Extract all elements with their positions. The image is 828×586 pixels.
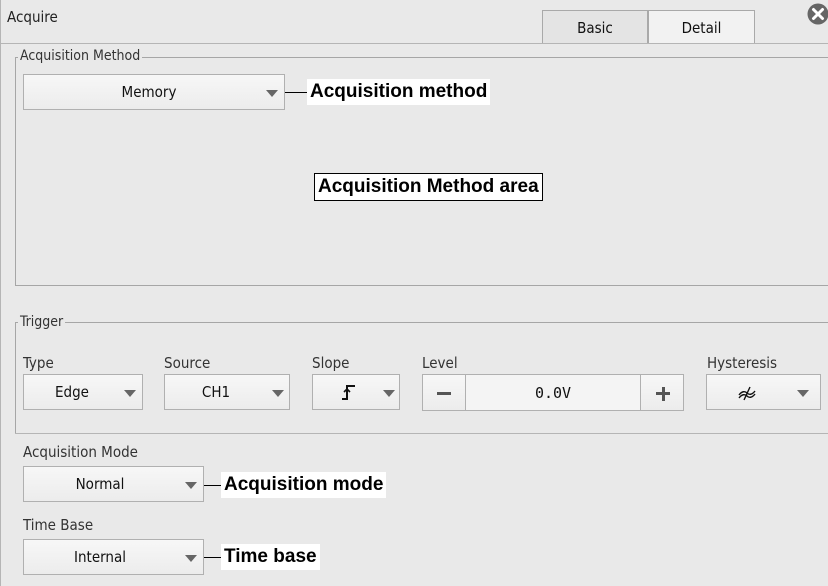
time-base-dropdown[interactable]: Internal	[23, 539, 204, 575]
trigger-type-dropdown[interactable]: Edge	[23, 374, 143, 410]
tab-detail[interactable]: Detail	[648, 10, 755, 44]
trigger-source-label: Source	[164, 354, 211, 372]
chevron-down-icon	[124, 390, 136, 397]
trigger-bottom-rule	[15, 433, 828, 434]
chevron-down-icon	[272, 390, 284, 397]
chevron-down-icon	[266, 90, 278, 97]
chevron-down-icon	[185, 555, 197, 562]
callout-leader	[204, 485, 222, 486]
acquisition-method-dropdown[interactable]: Memory	[23, 74, 285, 110]
acquisition-method-group-label: Acquisition Method	[18, 48, 143, 64]
trigger-group-label: Trigger	[18, 314, 66, 330]
acquisition-method-area-callout: Acquisition Method area	[314, 173, 543, 201]
level-decrement-button[interactable]	[422, 374, 466, 411]
hysteresis-icon	[738, 386, 756, 401]
trigger-source-value: CH1	[201, 383, 231, 401]
acquisition-mode-dropdown[interactable]: Normal	[23, 466, 204, 502]
acquire-dialog: Acquire Basic Detail Acquisition Method …	[0, 0, 828, 586]
minus-icon	[437, 392, 451, 395]
title-bar: Acquire Basic Detail	[1, 0, 828, 44]
time-base-callout: Time base	[221, 544, 320, 570]
title-separator	[1, 43, 828, 44]
acquisition-method-callout: Acquisition method	[307, 79, 491, 105]
acquisition-mode-callout: Acquisition mode	[221, 472, 387, 498]
rising-edge-icon	[342, 385, 355, 400]
callout-leader	[285, 92, 307, 93]
chevron-down-icon	[383, 390, 395, 397]
window-title: Acquire	[7, 8, 58, 26]
callout-leader	[204, 557, 222, 558]
trigger-slope-label: Slope	[312, 354, 350, 372]
chevron-down-icon	[185, 482, 197, 489]
trigger-slope-dropdown[interactable]	[312, 374, 400, 410]
trigger-hysteresis-label: Hysteresis	[707, 354, 778, 372]
acquisition-mode-label: Acquisition Mode	[23, 443, 138, 461]
trigger-hysteresis-dropdown[interactable]	[706, 374, 821, 410]
tab-basic[interactable]: Basic	[542, 10, 648, 44]
trigger-level-label: Level	[422, 354, 458, 372]
acquisition-mode-value: Normal	[75, 475, 125, 493]
trigger-type-value: Edge	[55, 383, 89, 401]
trigger-source-dropdown[interactable]: CH1	[164, 374, 290, 410]
level-increment-button[interactable]	[640, 374, 684, 411]
chevron-down-icon	[797, 390, 809, 397]
trigger-level-value[interactable]: 0.0V	[466, 374, 640, 411]
time-base-label: Time Base	[23, 516, 94, 534]
time-base-value: Internal	[74, 548, 126, 566]
acquisition-method-value: Memory	[121, 83, 177, 101]
close-icon[interactable]	[807, 3, 828, 25]
trigger-type-label: Type	[23, 354, 54, 372]
